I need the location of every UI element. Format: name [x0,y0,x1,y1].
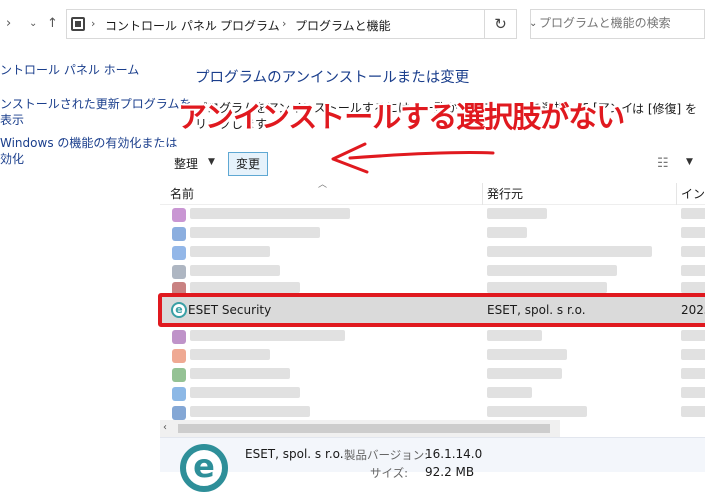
program-icon [172,208,186,222]
program-name-blurred [190,246,270,257]
annotation-arrow-icon [331,142,495,174]
program-publisher-blurred [487,282,607,293]
chevron-down-icon[interactable]: ▼ [208,157,215,167]
chevron-down-icon[interactable]: ▼ [686,157,693,167]
program-publisher-blurred [487,265,617,276]
column-header-row: ︿ 名前 発行元 インス [160,180,705,205]
horizontal-scrollbar[interactable]: ‹ [160,420,560,437]
sort-ascending-icon: ︿ [318,180,328,190]
breadcrumb-separator-icon: › [207,17,212,30]
program-name-blurred [190,265,280,276]
windows-features-link[interactable]: Windows の機能の有効化または [0,135,177,151]
program-icon [172,406,186,420]
details-pane: e ESET, spol. s r.o. 製品バージョン: 16.1.14.0 … [160,437,705,492]
breadcrumb-separator-icon: › [91,17,96,30]
scrollbar-thumb[interactable] [178,424,550,433]
list-item[interactable] [160,224,705,243]
details-publisher: ESET, spol. s r.o. [245,447,344,461]
program-publisher-blurred [487,227,527,238]
program-name-blurred [190,406,310,417]
program-icon [172,227,186,241]
search-input[interactable] [539,16,699,30]
program-date-blurred [681,406,705,417]
details-size: 92.2 MB [425,465,475,479]
program-name-blurred [190,330,345,341]
program-publisher-blurred [487,330,542,341]
refresh-icon: ↻ [494,15,507,33]
up-arrow-icon[interactable]: ↑ [47,16,58,31]
column-divider[interactable] [482,183,483,205]
program-date-blurred [681,368,705,379]
program-icon [172,387,186,401]
program-icon [172,246,186,260]
program-name-blurred [190,282,300,293]
program-icon [172,330,186,344]
left-task-pane: ントロール パネル ホーム ンストールされた更新プログラムを 表示 Window… [0,48,191,472]
program-date-blurred [681,227,705,238]
program-date-blurred [681,330,705,341]
breadcrumb-programs-features[interactable]: プログラムと機能 [295,17,391,34]
highlight-frame [158,293,705,327]
details-size-label: サイズ: [370,466,409,480]
address-field[interactable]: › コントロール パネル › プログラム › プログラムと機能 ⌄ [66,9,537,39]
view-installed-updates-link-line2[interactable]: 表示 [0,112,24,128]
organize-button[interactable]: 整理 [174,155,198,172]
program-name-blurred [190,368,290,379]
annotation-caption: アンインストールする選択肢がない [178,100,625,134]
list-item[interactable] [160,384,705,403]
list-item[interactable] [160,346,705,365]
control-panel-icon [71,17,85,31]
program-date-blurred [681,349,705,360]
windows-features-link-line2[interactable]: 効化 [0,151,24,167]
search-box[interactable] [530,9,705,39]
program-publisher-blurred [487,349,567,360]
program-publisher-blurred [487,368,562,379]
description-tail: は [修復] を [632,102,697,116]
program-publisher-blurred [487,208,547,219]
list-item[interactable] [160,205,705,224]
list-item[interactable] [160,327,705,346]
page-title: プログラムのアンインストールまたは変更 [195,70,470,86]
program-name-blurred [190,387,300,398]
refresh-button[interactable]: ↻ [485,9,517,39]
address-bar-row: › ⌄ ↑ › コントロール パネル › プログラム › プログラムと機能 ⌄ … [0,0,705,48]
view-installed-updates-link[interactable]: ンストールされた更新プログラムを [0,96,191,112]
breadcrumb-control-panel[interactable]: コントロール パネル [105,17,217,34]
list-item[interactable] [160,365,705,384]
program-publisher-blurred [487,387,532,398]
scroll-left-icon[interactable]: ‹ [163,422,167,433]
program-date-blurred [681,282,705,293]
column-publisher-header[interactable]: 発行元 [487,185,523,202]
program-date-blurred [681,246,705,257]
program-name-blurred [190,208,350,219]
chevron-right-icon[interactable]: › [6,16,11,31]
list-item[interactable] [160,243,705,262]
details-version-label: 製品バージョン: [344,448,429,462]
column-name-header[interactable]: 名前 [170,185,194,202]
program-publisher-blurred [487,406,587,417]
chevron-down-icon[interactable]: ⌄ [29,18,37,29]
program-date-blurred [681,208,705,219]
change-button[interactable]: 変更 [228,152,268,176]
program-publisher-blurred [487,246,652,257]
program-name-blurred [190,227,320,238]
view-options-icon[interactable]: ☷ [657,156,669,171]
breadcrumb-programs[interactable]: プログラム [220,17,280,34]
control-panel-home-link[interactable]: ントロール パネル ホーム [0,62,139,78]
program-icon [172,265,186,279]
column-installed-on-header[interactable]: インス [681,185,705,202]
program-date-blurred [681,387,705,398]
program-date-blurred [681,265,705,276]
details-version: 16.1.14.0 [425,447,483,461]
column-divider[interactable] [676,183,677,205]
program-icon [172,349,186,363]
breadcrumb-separator-icon: › [282,17,287,30]
program-icon [172,368,186,382]
program-name-blurred [190,349,270,360]
eset-logo-icon: e [180,444,228,492]
